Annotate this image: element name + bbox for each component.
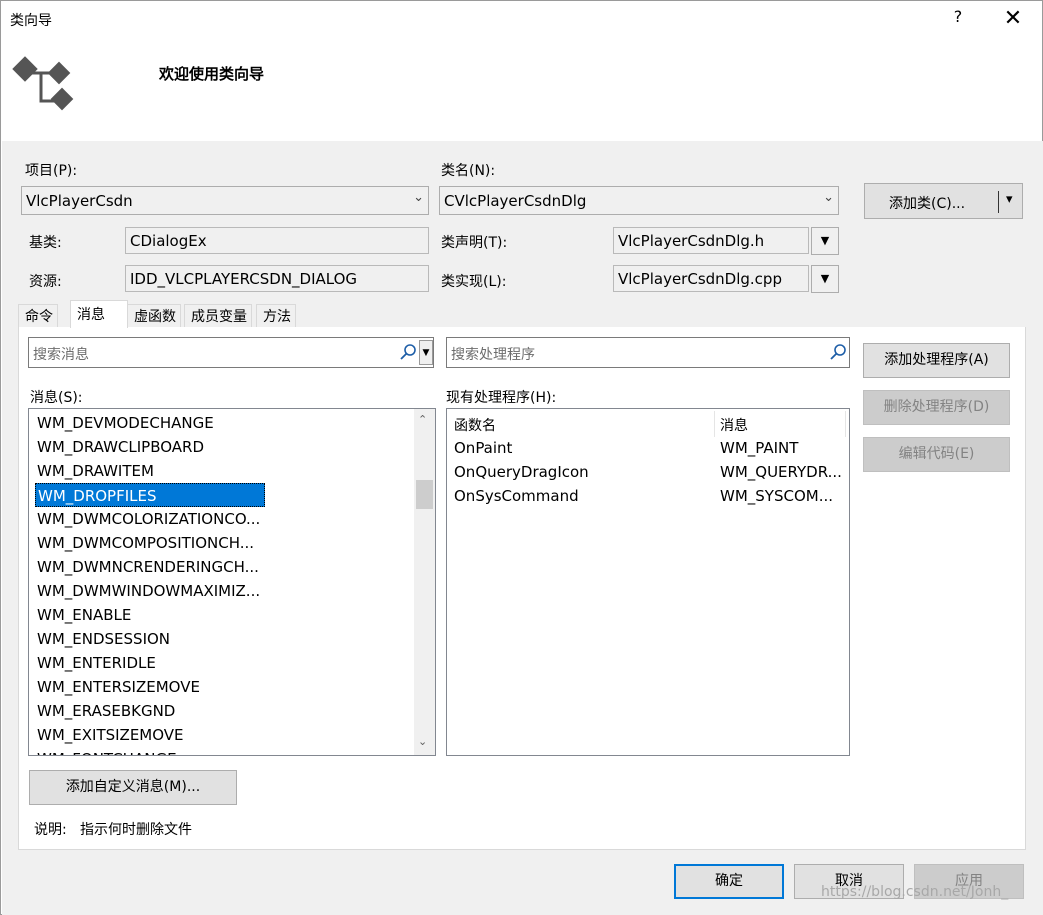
resource-field: IDD_VLCPLAYERCSDN_DIALOG xyxy=(125,265,429,292)
split-divider xyxy=(998,191,999,213)
tab-virtual-functions[interactable]: 虚函数 xyxy=(127,304,181,327)
column-divider xyxy=(845,411,846,437)
scrollbar-thumb[interactable] xyxy=(416,480,433,509)
help-button[interactable]: ? xyxy=(948,7,968,31)
handler-function-name: OnQueryDragIcon xyxy=(454,463,589,481)
add-class-label: 添加类(C)... xyxy=(889,196,966,212)
ok-button[interactable]: 确定 xyxy=(674,864,784,899)
messages-label: 消息(S): xyxy=(30,390,83,406)
handler-message-name: WM_QUERYDR... xyxy=(720,463,842,481)
classname-combobox[interactable]: CVlcPlayerCsdnDlg ⌄ xyxy=(439,186,839,215)
handler-row[interactable]: OnPaint WM_PAINT xyxy=(447,437,849,461)
chevron-down-icon: ⌄ xyxy=(413,190,424,205)
messages-listbox[interactable]: WM_DEVMODECHANGE WM_DRAWCLIPBOARD WM_DRAWI… xyxy=(28,408,436,756)
message-list-item[interactable]: WM_DRAWCLIPBOARD xyxy=(35,435,265,459)
column-header-message[interactable]: 消息 xyxy=(720,415,748,435)
message-list-item[interactable]: WM_ENABLE xyxy=(35,603,265,627)
resource-label: 资源: xyxy=(29,274,62,290)
message-list-item[interactable]: WM_ERASEBKGND xyxy=(35,699,265,723)
class-decl-value: VlcPlayerCsdnDlg.h xyxy=(618,232,765,250)
class-decl-label: 类声明(T): xyxy=(441,235,508,251)
handler-message-name: WM_SYSCOM... xyxy=(720,487,834,505)
scroll-up-icon[interactable]: ⌃ xyxy=(418,413,427,426)
search-handlers-input[interactable]: 搜索处理程序 xyxy=(446,337,850,368)
handler-row[interactable]: OnQueryDragIcon WM_QUERYDR... xyxy=(447,461,849,485)
search-options-dropdown[interactable]: ▼ xyxy=(419,340,433,365)
message-list-item[interactable]: WM_DWMWINDOWMAXIMIZ... xyxy=(35,579,265,603)
search-icon[interactable] xyxy=(829,343,847,361)
handler-message-name: WM_PAINT xyxy=(720,439,799,457)
message-list-item[interactable]: WM_ENTERSIZEMOVE xyxy=(35,675,265,699)
message-list-item[interactable]: WM_DWMNCRENDERINGCH... xyxy=(35,555,265,579)
message-list-item[interactable]: WM_FONTCHANGE xyxy=(35,747,265,755)
search-messages-placeholder: 搜索消息 xyxy=(33,347,89,363)
tab-commands[interactable]: 命令 xyxy=(18,304,58,327)
class-decl-dropdown-button[interactable]: ▼ xyxy=(811,227,839,255)
class-wizard-dialog: 类向导 ? ✕ 欢迎使用类向导 项目(P): VlcPlayerCsdn ⌄ 类… xyxy=(0,0,1043,915)
message-list-item[interactable]: WM_ENDSESSION xyxy=(35,627,265,651)
tab-member-variables[interactable]: 成员变量 xyxy=(184,304,252,327)
message-list-item[interactable]: WM_DWMCOMPOSITIONCH... xyxy=(35,531,265,555)
window-title: 类向导 xyxy=(10,13,52,29)
add-custom-message-button[interactable]: 添加自定义消息(M)... xyxy=(29,770,237,805)
close-button[interactable]: ✕ xyxy=(999,5,1027,33)
classname-label: 类名(N): xyxy=(441,163,496,179)
base-class-label: 基类: xyxy=(29,235,62,251)
message-list-item[interactable]: WM_DROPFILES xyxy=(35,483,265,507)
base-class-field: CDialogEx xyxy=(125,227,429,254)
delete-handler-button[interactable]: 删除处理程序(D) xyxy=(863,390,1010,425)
handlers-label: 现有处理程序(H): xyxy=(446,390,557,406)
project-value: VlcPlayerCsdn xyxy=(26,192,133,210)
handlers-listview[interactable]: 函数名 消息 OnPaint WM_PAINT OnQueryDragIcon WM_… xyxy=(446,408,850,756)
handler-function-name: OnSysCommand xyxy=(454,487,579,505)
class-wizard-icon xyxy=(12,56,74,111)
chevron-down-icon: ⌄ xyxy=(823,190,834,205)
class-impl-field: VlcPlayerCsdnDlg.cpp xyxy=(613,265,809,292)
handler-function-name: OnPaint xyxy=(454,439,513,457)
message-list-item[interactable]: WM_DRAWITEM xyxy=(35,459,265,483)
search-icon[interactable] xyxy=(399,343,417,361)
project-label: 项目(P): xyxy=(25,163,78,179)
edit-code-button[interactable]: 编辑代码(E) xyxy=(863,437,1010,472)
header-title: 欢迎使用类向导 xyxy=(159,65,265,83)
watermark: https://blog.csdn.net/Jonh_ xyxy=(821,884,1009,900)
class-impl-dropdown-button[interactable]: ▼ xyxy=(811,265,839,293)
column-divider xyxy=(714,411,715,437)
message-list-item[interactable]: WM_DEVMODECHANGE xyxy=(35,411,265,435)
handler-row[interactable]: OnSysCommand WM_SYSCOM... xyxy=(447,485,849,509)
class-impl-label: 类实现(L): xyxy=(441,274,507,290)
column-header-function[interactable]: 函数名 xyxy=(454,415,496,435)
message-list-item[interactable]: WM_EXITSIZEMOVE xyxy=(35,723,265,747)
message-list-item[interactable]: WM_ENTERIDLE xyxy=(35,651,265,675)
add-class-button[interactable]: 添加类(C)... ▾ xyxy=(864,183,1023,219)
add-handler-button[interactable]: 添加处理程序(A) xyxy=(863,343,1010,378)
class-impl-value: VlcPlayerCsdnDlg.cpp xyxy=(618,270,782,288)
description-label: 说明: xyxy=(34,822,67,838)
base-class-value: CDialogEx xyxy=(130,232,207,250)
tab-methods[interactable]: 方法 xyxy=(256,304,296,327)
scroll-down-icon[interactable]: ⌄ xyxy=(418,735,427,748)
project-combobox[interactable]: VlcPlayerCsdn ⌄ xyxy=(21,186,429,215)
search-handlers-placeholder: 搜索处理程序 xyxy=(451,347,535,363)
classname-value: CVlcPlayerCsdnDlg xyxy=(444,192,587,210)
messages-scrollbar[interactable]: ⌃ ⌄ xyxy=(414,409,435,755)
description-value: 指示何时删除文件 xyxy=(80,822,192,838)
chevron-down-icon[interactable]: ▾ xyxy=(1006,192,1013,207)
class-decl-field: VlcPlayerCsdnDlg.h xyxy=(613,227,809,254)
message-list-item[interactable]: WM_DWMCOLORIZATIONCO... xyxy=(35,507,265,531)
search-messages-input[interactable]: 搜索消息 ▼ xyxy=(28,337,434,368)
tab-messages[interactable]: 消息 xyxy=(70,300,128,328)
resource-value: IDD_VLCPLAYERCSDN_DIALOG xyxy=(130,270,358,288)
